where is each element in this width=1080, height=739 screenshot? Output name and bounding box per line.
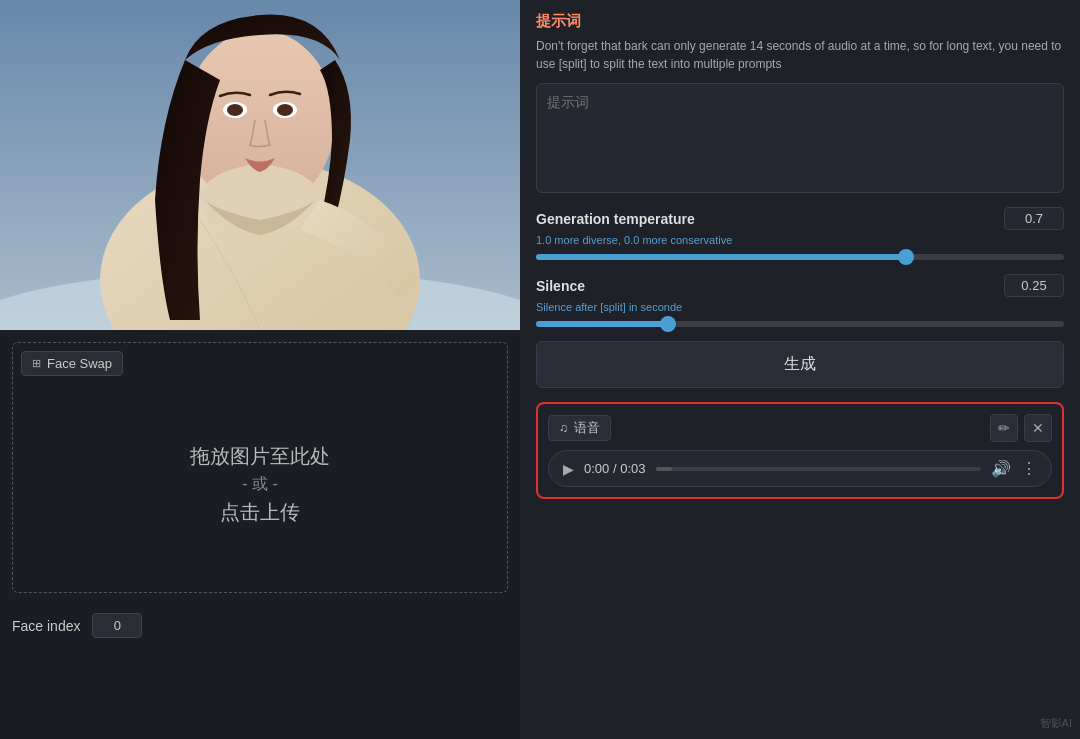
- play-button[interactable]: ▶: [563, 461, 574, 477]
- audio-note-icon: ♫: [559, 421, 568, 435]
- drop-zone[interactable]: 拖放图片至此处 - 或 - 点击上传: [21, 384, 499, 584]
- svg-point-9: [277, 104, 293, 116]
- image-area: [0, 0, 520, 330]
- audio-label-text: 语音: [574, 419, 600, 437]
- time-display: 0:00 / 0:03: [584, 461, 646, 476]
- prompt-textarea[interactable]: [536, 83, 1064, 193]
- generation-temp-hint: 1.0 more diverse, 0.0 more conservative: [536, 234, 1064, 246]
- volume-icon[interactable]: 🔊: [991, 459, 1011, 478]
- silence-row: Silence 0.25: [536, 274, 1064, 297]
- time-current: 0:00: [584, 461, 609, 476]
- silence-value[interactable]: 0.25: [1004, 274, 1064, 297]
- audio-progress-fill: [656, 467, 672, 471]
- audio-label-row: ♫ 语音 ✏ ✕: [548, 414, 1052, 442]
- drop-text-main: 拖放图片至此处: [190, 443, 330, 470]
- time-sep: /: [613, 461, 617, 476]
- audio-close-button[interactable]: ✕: [1024, 414, 1052, 442]
- portrait-svg: [0, 0, 520, 330]
- audio-section: ♫ 语音 ✏ ✕ ▶ 0:00 / 0:03 🔊 ⋮: [536, 402, 1064, 499]
- svg-point-7: [227, 104, 243, 116]
- silence-fill: [536, 321, 668, 327]
- silence-hint: Silence after [split] in seconde: [536, 301, 1064, 313]
- face-swap-label: Face Swap: [47, 356, 112, 371]
- face-swap-section: ⊞ Face Swap 拖放图片至此处 - 或 - 点击上传: [12, 342, 508, 593]
- generation-temp-slider[interactable]: [536, 254, 1064, 260]
- drop-text-or: - 或 -: [242, 474, 278, 495]
- time-total: 0:03: [620, 461, 645, 476]
- prompt-title: 提示词: [536, 12, 1064, 31]
- face-index-row: Face index 0: [0, 605, 520, 646]
- audio-progress-bar[interactable]: [656, 467, 982, 471]
- more-options-icon[interactable]: ⋮: [1021, 459, 1037, 478]
- generate-button[interactable]: 生成: [536, 341, 1064, 388]
- prompt-desc: Don't forget that bark can only generate…: [536, 37, 1064, 73]
- silence-thumb[interactable]: [660, 316, 676, 332]
- generation-temp-row: Generation temperature 0.7: [536, 207, 1064, 230]
- audio-actions: ✏ ✕: [990, 414, 1052, 442]
- watermark: 智影AI: [1040, 716, 1072, 731]
- photo-bg: [0, 0, 520, 330]
- watermark-text: 智影AI: [1040, 716, 1072, 731]
- audio-player: ▶ 0:00 / 0:03 🔊 ⋮: [548, 450, 1052, 487]
- silence-label: Silence: [536, 278, 585, 294]
- audio-label: ♫ 语音: [548, 415, 611, 441]
- generation-temp-label: Generation temperature: [536, 211, 695, 227]
- generation-temp-thumb[interactable]: [898, 249, 914, 265]
- face-index-value[interactable]: 0: [92, 613, 142, 638]
- silence-slider[interactable]: [536, 321, 1064, 327]
- left-panel: ⊞ Face Swap 拖放图片至此处 - 或 - 点击上传 Face inde…: [0, 0, 520, 739]
- audio-edit-button[interactable]: ✏: [990, 414, 1018, 442]
- face-swap-icon: ⊞: [32, 357, 41, 370]
- drop-text-upload: 点击上传: [220, 499, 300, 526]
- generation-temp-fill: [536, 254, 906, 260]
- right-panel: 提示词 Don't forget that bark can only gene…: [520, 0, 1080, 739]
- face-index-label: Face index: [12, 618, 80, 634]
- generation-temp-value[interactable]: 0.7: [1004, 207, 1064, 230]
- face-swap-tab[interactable]: ⊞ Face Swap: [21, 351, 123, 376]
